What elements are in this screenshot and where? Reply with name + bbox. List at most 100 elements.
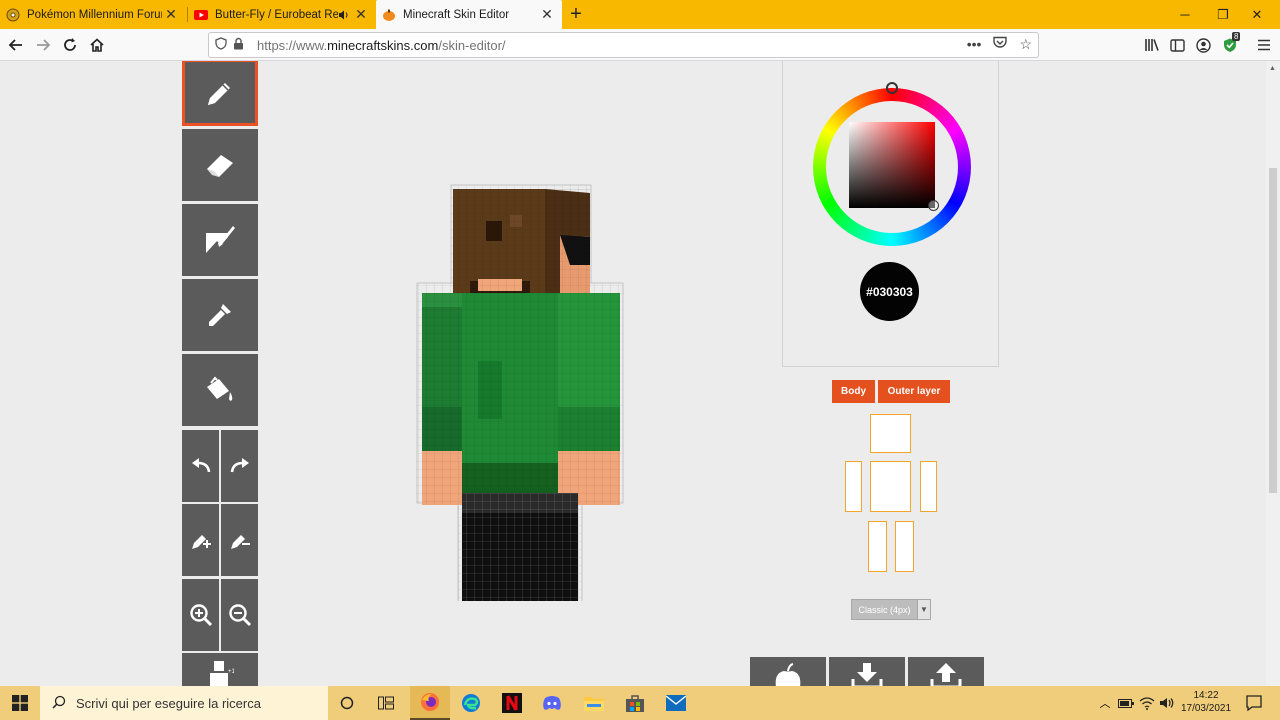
lighten-plus-icon [191, 535, 211, 549]
file-explorer-taskbar-icon[interactable] [574, 686, 614, 720]
zoom-in-button[interactable] [182, 579, 219, 651]
store-taskbar-icon[interactable] [615, 686, 655, 720]
home-button[interactable] [85, 33, 109, 57]
close-window-button[interactable]: ✕ [1234, 0, 1280, 29]
darken-tool-button[interactable] [221, 504, 258, 576]
outer-layer-button[interactable]: Outer layer [878, 380, 950, 403]
paint-brush-tool-button[interactable] [182, 204, 258, 276]
lighten-tool-button[interactable] [182, 504, 219, 576]
menu-icon[interactable] [1252, 33, 1276, 57]
page-actions-icon[interactable]: ••• [967, 36, 982, 53]
skin-legs [462, 493, 578, 601]
model-select[interactable]: Classic (4px) ▼ [851, 599, 931, 620]
pocket-icon[interactable] [993, 36, 1008, 53]
eraser-icon [207, 155, 233, 177]
search-icon [52, 695, 66, 712]
windows-taskbar: Scrivi qui per eseguire la ricerca ︿ 14:… [0, 686, 1280, 720]
url-domain: minecraftskins.com [327, 37, 439, 53]
upload-icon [930, 663, 962, 686]
body-layer-button[interactable]: Body [832, 380, 875, 403]
back-arrow-icon [8, 39, 22, 51]
toggle-right-arm[interactable] [845, 461, 862, 512]
speaker-icon[interactable] [338, 8, 350, 22]
edge-taskbar-icon[interactable] [451, 686, 491, 720]
tab-pokemon-forum[interactable]: Pokémon Millennium Forum ~ ✕ [0, 0, 186, 29]
url-bar[interactable]: https://www. minecraftskins.com/skin-edit… [208, 32, 1039, 58]
sidebar-icon[interactable] [1165, 33, 1189, 57]
tab-title: Pokémon Millennium Forum ~ [27, 8, 162, 21]
eyedropper-tool-button[interactable] [182, 279, 258, 351]
saturation-marker[interactable] [928, 200, 939, 211]
skin-3d-preview[interactable] [410, 181, 630, 601]
hue-marker[interactable] [886, 82, 898, 94]
firefox-taskbar-icon[interactable] [410, 686, 450, 720]
chevron-down-icon: ▼ [917, 600, 930, 619]
undo-button[interactable] [182, 430, 219, 502]
account-icon[interactable] [1191, 33, 1215, 57]
current-color-swatch[interactable]: #030303 [860, 262, 919, 321]
zoom-in-icon [189, 604, 212, 627]
battery-icon[interactable] [1116, 686, 1136, 720]
clock[interactable]: 14:22 17/03/2021 [1178, 689, 1234, 715]
toggle-right-leg[interactable] [868, 521, 887, 572]
skin-editor-page: +1 #030303 Body Outer layer Classic (4px… [0, 61, 1266, 686]
download-button[interactable] [829, 657, 905, 686]
notifications-icon[interactable] [1242, 686, 1266, 720]
adblock-shield-icon[interactable]: 8 [1218, 32, 1242, 57]
toggle-left-arm[interactable] [920, 461, 937, 512]
netflix-taskbar-icon[interactable] [492, 686, 532, 720]
taskbar-search[interactable]: Scrivi qui per eseguire la ricerca [40, 686, 328, 720]
url-protocol: https://www. [257, 37, 328, 53]
task-view-circle-icon[interactable] [330, 686, 364, 720]
tab-title: Minecraft Skin Editor [403, 8, 510, 21]
page-scrollbar[interactable]: ▲ [1266, 61, 1280, 686]
tab-skin-editor[interactable]: Minecraft Skin Editor ✕ [376, 0, 562, 29]
back-button[interactable] [4, 33, 28, 57]
task-view-icon[interactable] [369, 686, 403, 720]
eraser-tool-button[interactable] [182, 129, 258, 201]
scroll-up-icon[interactable]: ▲ [1269, 65, 1276, 72]
tab-butterfly[interactable]: Butter-Fly / Eurobeat Remix ✕ [188, 0, 376, 29]
bucket-tool-button[interactable] [182, 354, 258, 426]
close-tab-icon[interactable]: ✕ [352, 6, 370, 23]
mail-taskbar-icon[interactable] [656, 686, 696, 720]
redo-icon [230, 458, 249, 473]
nav-bar: https://www. minecraftskins.com/skin-edit… [0, 29, 1280, 61]
toggle-parts-button[interactable]: +1 [182, 653, 258, 686]
apple-reset-icon [775, 663, 801, 686]
saturation-value-box[interactable] [849, 122, 935, 208]
zoom-out-button[interactable] [221, 579, 258, 651]
tray-chevron-up-icon[interactable]: ︿ [1096, 686, 1114, 720]
undo-icon [191, 458, 210, 473]
shield-icon[interactable] [215, 37, 229, 53]
start-button[interactable] [0, 686, 40, 720]
body-parts-icon: +1 [210, 661, 234, 686]
toggle-left-leg[interactable] [895, 521, 914, 572]
bookmark-star-icon[interactable]: ☆ [1019, 36, 1032, 53]
extension-badge: 8 [1232, 32, 1241, 41]
discord-taskbar-icon[interactable] [532, 686, 572, 720]
close-tab-icon[interactable]: ✕ [538, 6, 556, 23]
new-tab-button[interactable]: + [566, 3, 586, 25]
volume-icon[interactable] [1157, 686, 1177, 720]
forward-button[interactable] [31, 33, 55, 57]
toggle-torso[interactable] [870, 461, 911, 512]
forward-arrow-icon [37, 39, 51, 51]
upload-button[interactable] [908, 657, 984, 686]
reset-button[interactable] [750, 657, 826, 686]
redo-button[interactable] [221, 430, 258, 502]
scrollbar-thumb[interactable] [1269, 168, 1277, 493]
wifi-icon[interactable] [1137, 686, 1157, 720]
color-picker-panel: #030303 [782, 61, 999, 367]
pencil-tool-button[interactable] [182, 61, 258, 126]
toggle-head[interactable] [870, 414, 911, 453]
reload-button[interactable] [58, 33, 82, 57]
lock-icon[interactable] [233, 37, 247, 53]
pencil-icon [208, 82, 230, 105]
library-icon[interactable] [1140, 33, 1164, 57]
tab-title: Butter-Fly / Eurobeat Remix [215, 8, 338, 21]
close-tab-icon[interactable]: ✕ [162, 6, 180, 23]
paint-bucket-icon [207, 376, 233, 401]
youtube-icon [194, 8, 208, 22]
url-path: /skin-editor/ [438, 37, 506, 53]
